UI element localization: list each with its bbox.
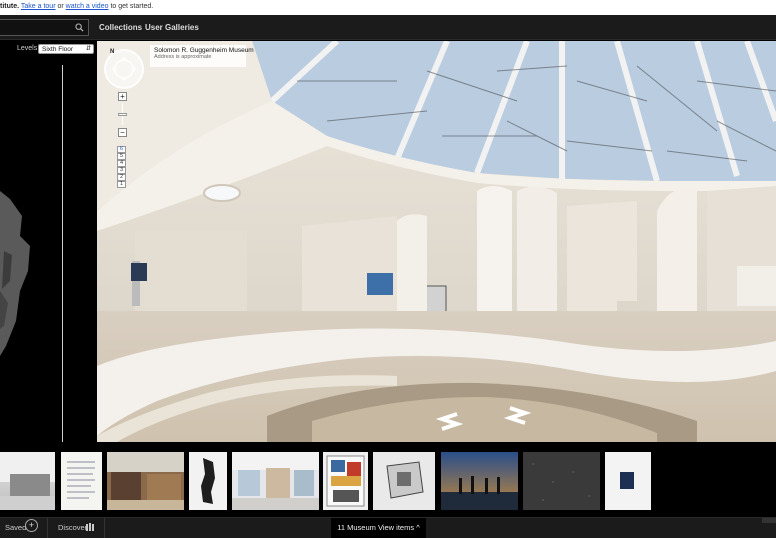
floor-button-6[interactable]: 6	[117, 146, 126, 153]
street-view-panorama[interactable]: N Solomon R. Guggenheim Museum Address i…	[97, 41, 776, 442]
thumbnail-silhouettes-sunset[interactable]	[441, 452, 518, 510]
notice-lead: titute.	[0, 3, 20, 10]
compass-control[interactable]: N	[104, 49, 144, 89]
chevron-up-icon: ^	[416, 523, 420, 532]
place-title: Solomon R. Guggenheim Museum	[154, 47, 254, 54]
thumbnail-wall-sculpture[interactable]	[373, 452, 435, 510]
top-header: Collections User Galleries	[0, 15, 776, 40]
app-root: titute. Take a tour or watch a video to …	[0, 0, 776, 538]
floor-plan-divider	[62, 65, 63, 442]
zoom-in-button[interactable]: +	[118, 92, 127, 101]
floor-plan-map[interactable]	[0, 41, 97, 442]
search-input[interactable]	[0, 20, 74, 35]
thumbnail-installation-room[interactable]	[232, 452, 319, 510]
floor-button-4[interactable]: 4	[117, 160, 126, 167]
floor-selector: 6 5 4 3 2 1	[117, 146, 126, 188]
book-icon[interactable]	[86, 523, 95, 531]
floor-button-5[interactable]: 5	[117, 153, 126, 160]
thumbnail-document[interactable]	[61, 452, 102, 510]
place-subtitle: Address is approximate	[154, 54, 212, 60]
nav-user-galleries[interactable]: User Galleries	[145, 23, 199, 32]
thumbnail-gallery-interior[interactable]	[0, 452, 55, 510]
corner-handle	[762, 518, 776, 523]
notice-tail: to get started.	[110, 3, 154, 10]
notice-or: or	[57, 3, 64, 10]
rotunda-panorama-image	[97, 41, 776, 442]
add-circle-icon[interactable]: +	[25, 519, 38, 532]
zoom-slider-handle[interactable]	[118, 113, 127, 116]
search-icon[interactable]	[75, 23, 84, 32]
pan-arrows-icon	[111, 56, 137, 82]
floor-button-1[interactable]: 1	[117, 181, 126, 188]
bottom-bar: Saved + Discover 11 Museum View items ^	[0, 517, 776, 538]
discover-button[interactable]: Discover	[58, 523, 87, 532]
thumbnail-framed-print[interactable]	[605, 452, 651, 510]
nav-collections[interactable]: Collections	[99, 23, 142, 32]
notice-bar: titute. Take a tour or watch a video to …	[0, 0, 776, 15]
take-tour-link[interactable]: Take a tour	[21, 3, 56, 10]
zoom-out-button[interactable]: −	[118, 128, 127, 137]
watch-video-link[interactable]: watch a video	[66, 3, 109, 10]
museum-view-items-tab[interactable]: 11 Museum View items ^	[331, 518, 426, 538]
floor-plan-panel: Levels Sixth Floor ⇵	[0, 41, 97, 442]
museum-view-items-label: 11 Museum View items	[337, 523, 415, 532]
thumbnail-collage-artwork[interactable]	[323, 452, 368, 510]
floor-button-3[interactable]: 3	[117, 167, 126, 174]
bottom-divider	[47, 518, 48, 538]
bottom-divider	[104, 518, 105, 538]
thumbnail-dark-texture[interactable]	[523, 452, 600, 510]
thumbnail-museum-shop[interactable]	[107, 452, 184, 510]
place-info-card[interactable]: Solomon R. Guggenheim Museum Address is …	[150, 45, 254, 67]
floor-button-2[interactable]: 2	[117, 174, 126, 181]
thumbnail-sculpture-black[interactable]	[189, 452, 227, 510]
museum-view-thumbnail-strip	[0, 442, 776, 517]
search-box	[0, 19, 89, 36]
saved-button[interactable]: Saved	[5, 523, 26, 532]
